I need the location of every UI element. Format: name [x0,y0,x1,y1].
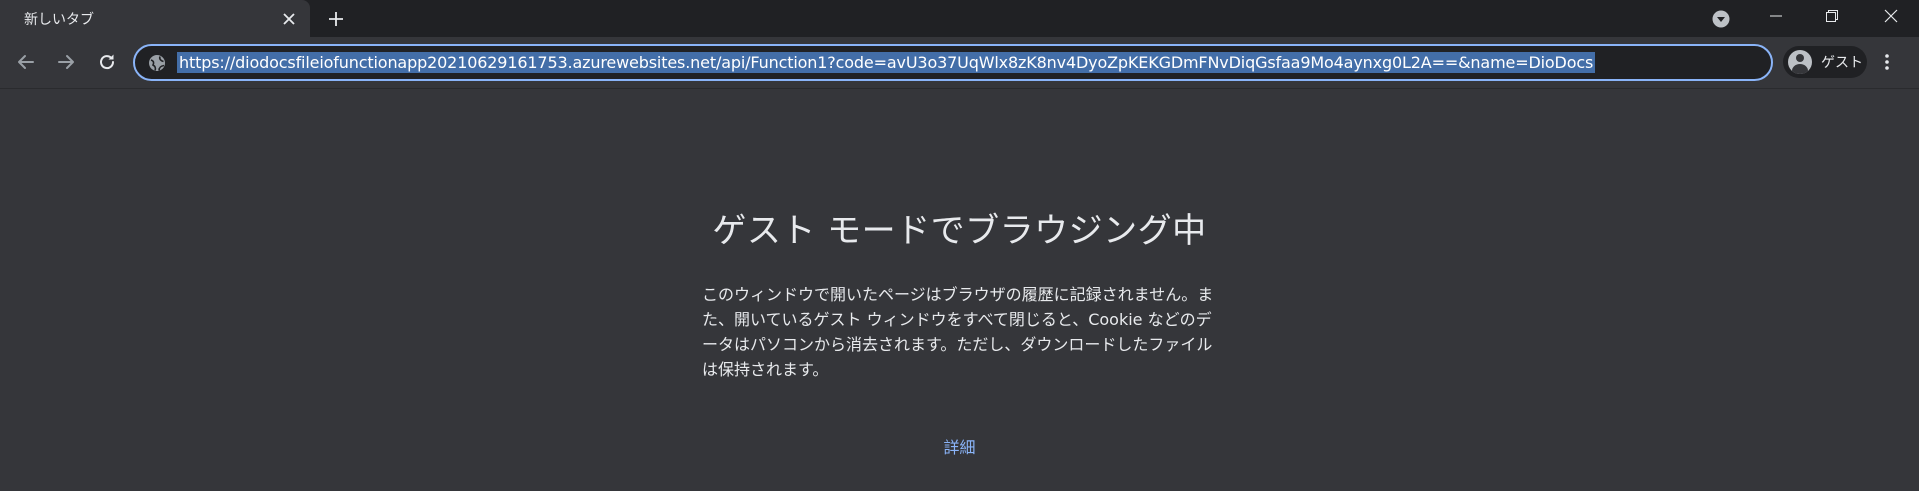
back-button[interactable] [10,46,42,78]
plus-icon [329,12,343,26]
profile-button[interactable]: ゲスト [1783,46,1867,78]
tab-title: 新しいタブ [24,12,94,28]
learn-more-link[interactable]: 詳細 [0,434,1919,458]
kebab-menu-icon [1885,54,1889,70]
close-icon [283,13,295,25]
window-close-button[interactable] [1863,0,1919,32]
globe-icon [149,55,165,71]
profile-label: ゲスト [1821,55,1863,71]
toolbar: https://diodocsfileiofunctionapp20210629… [0,37,1919,89]
reload-button[interactable] [91,46,123,78]
arrow-left-icon [18,55,34,69]
arrow-right-icon [58,55,74,69]
restore-icon [1826,10,1838,22]
site-info-button[interactable] [147,53,167,73]
close-icon [1884,9,1898,23]
minimize-icon [1770,15,1782,17]
page-title: ゲスト モードでブラウジング中 [712,211,1207,251]
reload-icon [100,54,115,70]
address-url-text[interactable]: https://diodocsfileiofunctionapp20210629… [177,52,1596,73]
chrome-menu-button[interactable] [1875,50,1899,74]
forward-button[interactable] [50,46,82,78]
person-icon [1788,50,1812,74]
chevron-down-circle-icon [1712,10,1730,28]
window-minimize-button[interactable] [1748,0,1804,32]
address-bar[interactable]: https://diodocsfileiofunctionapp20210629… [133,44,1773,81]
tab-close-button[interactable] [278,8,300,30]
window-restore-button[interactable] [1804,0,1860,32]
tab-strip: 新しいタブ [0,0,1919,37]
guest-description: このウィンドウで開いたページはブラウザの履歴に記録されません。また、開いているゲ… [702,285,1214,379]
new-tab-button[interactable] [322,6,350,32]
tab-search-button[interactable] [1709,7,1733,31]
guest-mode-page: ゲスト モードでブラウジング中 このウィンドウで開いたページはブラウザの履歴に記… [0,90,1919,491]
tab-new-tab[interactable]: 新しいタブ [0,0,310,37]
